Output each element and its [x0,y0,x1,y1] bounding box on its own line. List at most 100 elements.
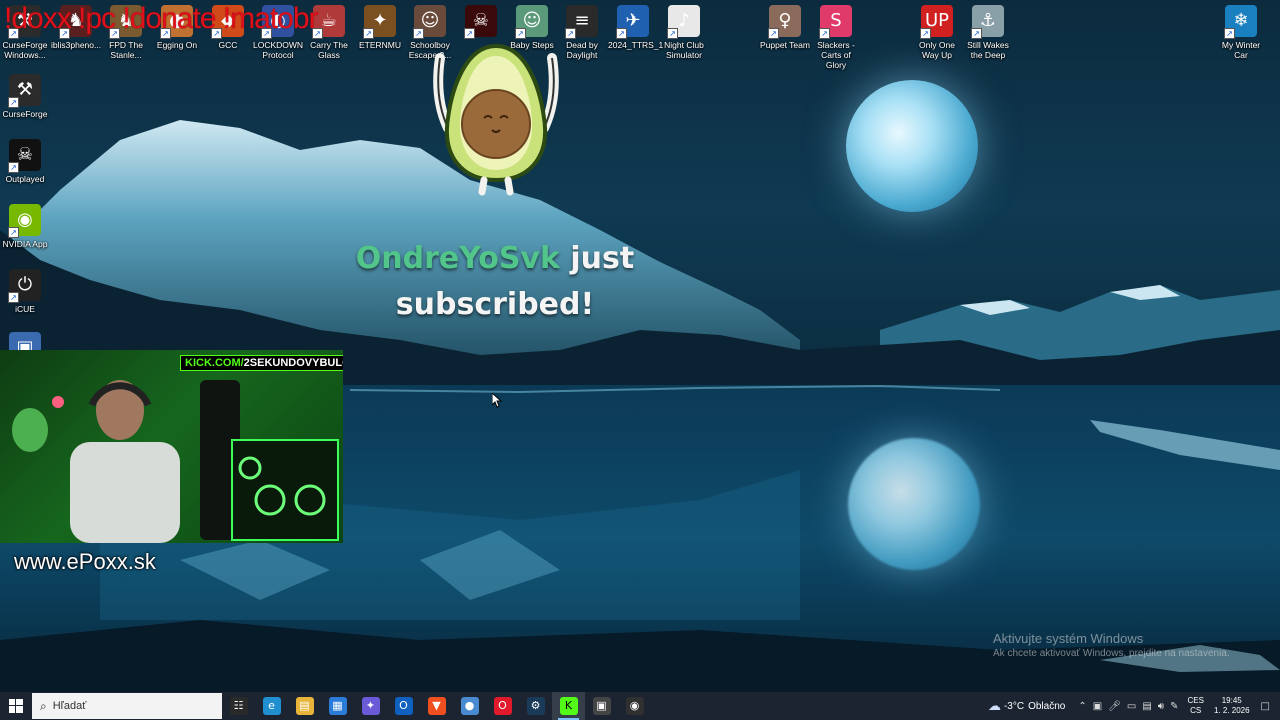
desktop-shortcut-label: 2024_TTRS_1 [608,40,664,50]
desktop-shortcut-label: Carry The Glass [310,40,348,60]
my-winter-car-icon: ❄ ↗ [1224,5,1257,39]
weather-temp[interactable]: -3°C [1004,701,1024,712]
schoolboy-icon: ☺ ↗ [413,5,446,39]
shortcut-arrow-icon: ↗ [768,28,779,39]
taskbar-app-button[interactable]: e [255,692,288,720]
desktop-shortcut[interactable]: ✈ ↗ 2024_TTRS_1 [608,5,664,50]
notifications-icon[interactable]: □ [1261,701,1270,712]
webcam-scene [0,350,343,543]
puppet-icon: ♀ ↗ [768,5,801,39]
taskbar-app-button[interactable]: ▼ [420,692,453,720]
activation-title: Aktivujte systém Windows [993,631,1144,646]
taskbar-apps: ☷ e ▤ ▦ ✦ O ▼ ● O ⚙ K ▣ ◉ [222,692,651,720]
desktop-shortcut-label: Outplayed [5,174,45,184]
shortcut-arrow-icon: ↗ [920,28,931,39]
language-indicator[interactable]: CES CS [1188,696,1204,716]
desktop-shortcut[interactable]: UP ↗ Only One Way Up [912,5,962,60]
kick-channel: 2SEKUNDOVYBULO [243,357,343,369]
desktop-shortcut-label: Slackers - Carts of Glory [817,40,855,70]
desktop-shortcut-label: FPD The Stanle... [109,40,143,60]
shortcut-arrow-icon: ↗ [8,292,19,303]
taskbar-app-button[interactable]: ☷ [222,692,255,720]
desktop-shortcut-label: Puppet Team [760,40,810,50]
volume-icon[interactable]: 🔊︎ [1158,701,1164,712]
desktop-shortcut[interactable]: ⏻ ↗ iCUE [0,269,50,314]
sub-alert-just: just [570,241,635,276]
icue-icon: ⏻ ↗ [8,269,41,303]
desktop-shortcut[interactable]: ✦ ↗ ETERNMU [355,5,405,50]
shortcut-arrow-icon: ↗ [1224,28,1235,39]
moon-reflection [848,438,980,570]
steam-icon: ⚙ [526,697,545,715]
copilot-icon: ✦ [361,697,380,715]
microphone-icon[interactable]: 🎤︎ [1108,701,1121,712]
taskbar-clock[interactable]: 19:45 1. 2. 2026 [1214,696,1250,716]
shortcut-arrow-icon: ↗ [819,28,830,39]
desktop-shortcut-label: Only One Way Up [919,40,955,60]
taskbar-app-button[interactable]: ◉ [618,692,651,720]
taskbar-app-button[interactable]: ● [453,692,486,720]
desktop-shortcut-label: GCC [218,40,238,50]
store-icon: ▦ [328,697,347,715]
sub-alert-subscribed: subscribed! [395,287,595,322]
desktop-shortcut-label: Still Wakes the Deep [967,40,1009,60]
eternmu-icon: ✦ ↗ [363,5,396,39]
start-button[interactable] [0,692,32,720]
edge-icon: e [262,697,281,715]
taskbar-app-button[interactable]: O [387,692,420,720]
taskbar-app-button[interactable]: ▤ [288,692,321,720]
desktop-shortcut[interactable]: ⚒ ↗ CurseForge [0,74,50,119]
shortcut-arrow-icon: ↗ [8,162,19,173]
avocado-mascot [433,43,559,196]
show-hidden-icons-chevron-icon[interactable]: ⌃ [1078,701,1086,712]
brave-icon: ▼ [427,697,446,715]
chat-commands-banner: !doxx !pc !donate !matobr [4,2,319,35]
shortcut-arrow-icon: ↗ [413,28,424,39]
obs-icon: ◉ [625,697,644,715]
streamer-app-icon: ▣ [592,697,611,715]
taskbar-search-box[interactable]: ⌕ Hľadať [32,693,222,719]
desktop-shortcut-label: CurseForge [2,109,48,119]
website-url: www.ePoxx.sk [14,549,156,574]
taskbar-app-button[interactable]: ✦ [354,692,387,720]
kick-prefix: KICK.COM/ [185,357,244,369]
weather-condition[interactable]: Oblačno [1028,701,1065,712]
desktop-shortcut[interactable]: ♀ ↗ Puppet Team [760,5,810,50]
windows-activation-watermark: Aktivujte systém Windows Ak chcete aktiv… [993,631,1230,659]
desktop-shortcut-label: iCUE [15,304,35,314]
kick-icon: K [559,697,578,715]
search-icon: ⌕ [40,698,47,713]
usb-device-icon[interactable]: ▣ [1093,701,1102,712]
taskbar-app-button[interactable]: ▣ [585,692,618,720]
cloudy-icon[interactable]: ☁ [988,699,1001,714]
taskbar-app-button[interactable]: K [552,692,585,720]
desktop-shortcut[interactable]: S ↗ Slackers - Carts of Glory [811,5,861,70]
dead-by-daylight-icon: ≡ ↗ [565,5,598,39]
taskbar-app-button[interactable]: O [486,692,519,720]
taskbar: ⌕ Hľadať ☷ e ▤ ▦ ✦ O ▼ ● O ⚙ K ▣ ◉ ☁ -3°C Oblačno ⌃ … [0,692,1280,720]
display-icon[interactable]: ▭ [1127,701,1136,712]
desktop-shortcut[interactable]: ☠ ↗ [456,5,506,39]
desktop-shortcut[interactable]: ❄ ↗ My Winter Car [1216,5,1266,60]
desktop-shortcut-label: Night Club Simulator [664,40,704,60]
desktop-shortcut[interactable]: ☠ ↗ Outplayed [0,139,50,184]
curseforge-icon: ⚒ ↗ [8,74,41,108]
desktop-shortcut-label: ETERNMU [358,40,402,50]
shortcut-arrow-icon: ↗ [616,28,627,39]
pen-icon[interactable]: ✎ [1170,701,1178,712]
clock-date: 1. 2. 2026 [1213,706,1250,715]
desktop-shortcut[interactable]: ◉ ↗ NVIDIA App [0,204,50,249]
opera-icon: O [493,697,512,715]
desktop-shortcut-label: NVIDIA App [2,239,48,249]
ttrs-icon: ✈ ↗ [616,5,649,39]
clock-time: 19:45 [1221,696,1242,705]
task-view-icon: ☷ [229,697,248,715]
taskbar-app-button[interactable]: ▦ [321,692,354,720]
network-icon[interactable]: ▤ [1142,701,1151,712]
desktop-shortcut[interactable]: ♪ ↗ Night Club Simulator [659,5,709,60]
shortcut-arrow-icon: ↗ [667,28,678,39]
desktop-shortcut[interactable]: ⚓ ↗ Still Wakes the Deep [963,5,1013,60]
kick-channel-tag: KICK.COM/2SEKUNDOVYBULO [180,355,343,371]
taskbar-app-button[interactable]: ⚙ [519,692,552,720]
browser-icon: ● [460,697,479,715]
